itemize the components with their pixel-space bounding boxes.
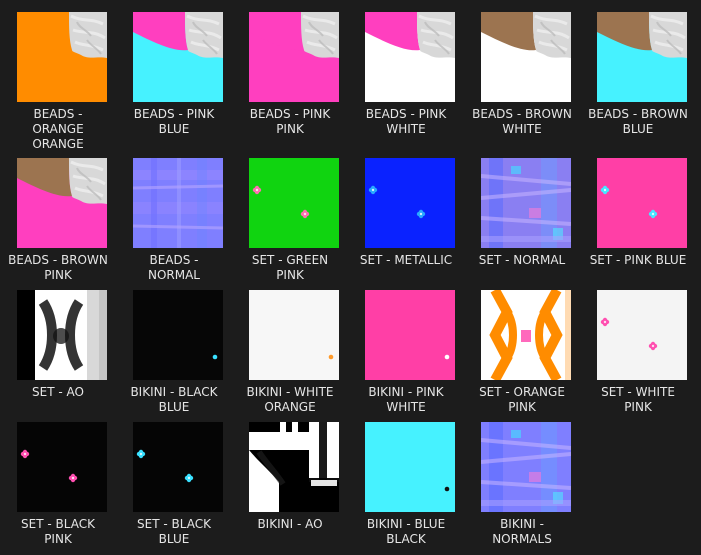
texture-thumbnail[interactable] [597, 290, 687, 380]
texture-thumbnail[interactable] [249, 422, 339, 512]
texture-label: BEADS - PINK WHITE [365, 107, 447, 136]
texture-label: BIKINI - NORMALS [492, 517, 552, 546]
texture-grid: BEADS - ORANGE ORANGE BEADS - PINK BLUE … [0, 0, 701, 555]
texture-thumbnail[interactable] [365, 422, 455, 512]
texture-thumbnail[interactable] [249, 290, 339, 380]
texture-label: BIKINI - BLACK BLUE [130, 385, 218, 414]
texture-thumbnail[interactable] [133, 158, 223, 248]
texture-label: SET - GREEN PINK [251, 253, 329, 282]
texture-label: BEADS - PINK PINK [249, 107, 331, 136]
texture-thumbnail[interactable] [481, 290, 571, 380]
texture-label: SET - METALLIC [359, 253, 453, 267]
texture-label: BEADS - ORANGE ORANGE [32, 107, 84, 151]
texture-thumbnail[interactable] [133, 12, 223, 102]
texture-thumbnail[interactable] [133, 290, 223, 380]
texture-thumbnail[interactable] [17, 422, 107, 512]
texture-label: SET - AO [32, 385, 84, 399]
texture-label: BIKINI - PINK WHITE [368, 385, 444, 414]
texture-label: BEADS - BROWN WHITE [472, 107, 572, 136]
texture-label: BEADS - NORMAL [147, 253, 200, 282]
texture-thumbnail[interactable] [597, 12, 687, 102]
texture-label: SET - ORANGE PINK [479, 385, 565, 414]
texture-label: BEADS - BROWN PINK [8, 253, 108, 282]
texture-label: BIKINI - AO [257, 517, 323, 531]
texture-label: SET - PINK BLUE [589, 253, 687, 267]
texture-label: SET - BLACK BLUE [137, 517, 211, 546]
texture-label: SET - NORMAL [478, 253, 566, 267]
texture-label: BEADS - BROWN BLUE [588, 107, 688, 136]
texture-thumbnail[interactable] [481, 12, 571, 102]
texture-thumbnail[interactable] [249, 158, 339, 248]
texture-label: SET - WHITE PINK [601, 385, 675, 414]
texture-thumbnail[interactable] [365, 290, 455, 380]
texture-thumbnail[interactable] [17, 12, 107, 102]
texture-thumbnail[interactable] [17, 158, 107, 248]
texture-thumbnail[interactable] [597, 158, 687, 248]
texture-thumbnail[interactable] [365, 12, 455, 102]
texture-label: SET - BLACK PINK [21, 517, 95, 546]
texture-thumbnail[interactable] [249, 12, 339, 102]
texture-thumbnail[interactable] [17, 290, 107, 380]
texture-thumbnail[interactable] [481, 422, 571, 512]
texture-thumbnail[interactable] [365, 158, 455, 248]
texture-thumbnail[interactable] [133, 422, 223, 512]
texture-label: BEADS - PINK BLUE [133, 107, 215, 136]
texture-thumbnail[interactable] [481, 158, 571, 248]
texture-label: BIKINI - WHITE ORANGE [246, 385, 334, 414]
texture-label: BIKINI - BLUE BLACK [366, 517, 446, 546]
